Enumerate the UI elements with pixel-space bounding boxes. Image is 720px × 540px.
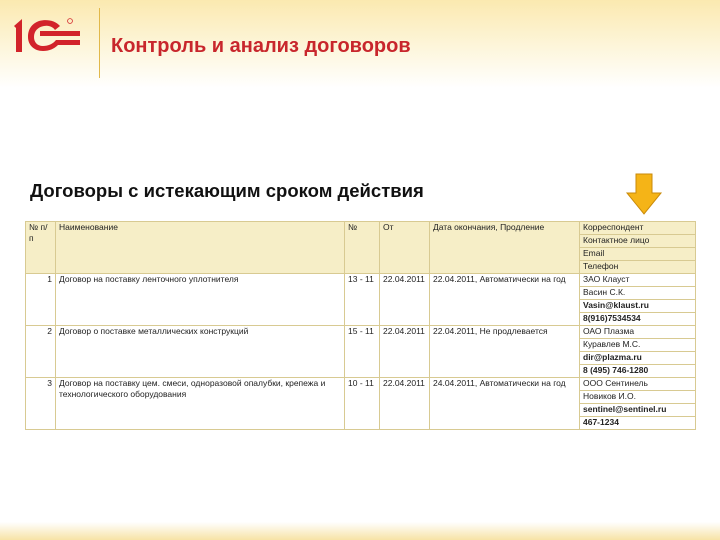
slide-title: Контроль и анализ договоров — [111, 35, 411, 57]
col-header-number: № — [344, 221, 380, 274]
slide-footer — [0, 522, 720, 540]
row-contract-number: 10 - 11 — [344, 377, 380, 430]
header-divider — [99, 8, 100, 78]
row-phone: 467-1234 — [579, 416, 696, 430]
table-header-row: № п/п Наименование № От Дата окончания, … — [25, 221, 696, 274]
down-arrow-icon — [625, 173, 663, 215]
col-header-contact: Контактное лицо — [579, 234, 696, 248]
table-row: 1 Договор на поставку ленточного уплотни… — [25, 273, 696, 326]
row-contact-person: Новиков И.О. — [579, 390, 696, 404]
row-email: dir@plazma.ru — [579, 351, 696, 365]
col-header-end-date: Дата окончания, Продление — [429, 221, 580, 274]
row-correspondent: ООО Сентинель — [579, 377, 696, 391]
row-index: 1 — [25, 273, 56, 326]
report-title: Договоры с истекающим сроком действия — [30, 180, 424, 201]
row-contract-date: 22.04.2011 — [379, 273, 430, 326]
row-email: sentinel@sentinel.ru — [579, 403, 696, 417]
col-header-date: От — [379, 221, 430, 274]
row-contract-number: 13 - 11 — [344, 273, 380, 326]
row-end-date: 22.04.2011, Не продлевается — [429, 325, 580, 378]
row-index: 3 — [25, 377, 56, 430]
table-row: 2 Договор о поставке металлических конст… — [25, 325, 696, 378]
col-header-correspondent: Корреспондент — [579, 221, 696, 235]
row-correspondent: ОАО Плазма — [579, 325, 696, 339]
col-header-index: № п/п — [25, 221, 56, 274]
row-phone: 8 (495) 746-1280 — [579, 364, 696, 378]
row-contract-name: Договор о поставке металлических констру… — [55, 325, 345, 378]
row-contact-person: Куравлев М.С. — [579, 338, 696, 352]
row-contract-date: 22.04.2011 — [379, 325, 430, 378]
contracts-table: № п/п Наименование № От Дата окончания, … — [25, 221, 696, 430]
row-contract-date: 22.04.2011 — [379, 377, 430, 430]
row-contract-number: 15 - 11 — [344, 325, 380, 378]
row-contract-name: Договор на поставку ленточного уплотните… — [55, 273, 345, 326]
row-email: Vasin@klaust.ru — [579, 299, 696, 313]
row-phone: 8(916)7534534 — [579, 312, 696, 326]
1c-logo-icon — [14, 18, 80, 52]
col-header-name: Наименование — [55, 221, 345, 274]
row-end-date: 24.04.2011, Автоматически на год — [429, 377, 580, 430]
slide-header: Контроль и анализ договоров — [0, 0, 720, 88]
col-header-email: Email — [579, 247, 696, 261]
col-header-phone: Телефон — [579, 260, 696, 274]
row-contract-name: Договор на поставку цем. смеси, одноразо… — [55, 377, 345, 430]
row-index: 2 — [25, 325, 56, 378]
row-end-date: 22.04.2011, Автоматически на год — [429, 273, 580, 326]
row-correspondent: ЗАО Клауст — [579, 273, 696, 287]
row-contact-person: Васин С.К. — [579, 286, 696, 300]
table-row: 3 Договор на поставку цем. смеси, однора… — [25, 377, 696, 430]
